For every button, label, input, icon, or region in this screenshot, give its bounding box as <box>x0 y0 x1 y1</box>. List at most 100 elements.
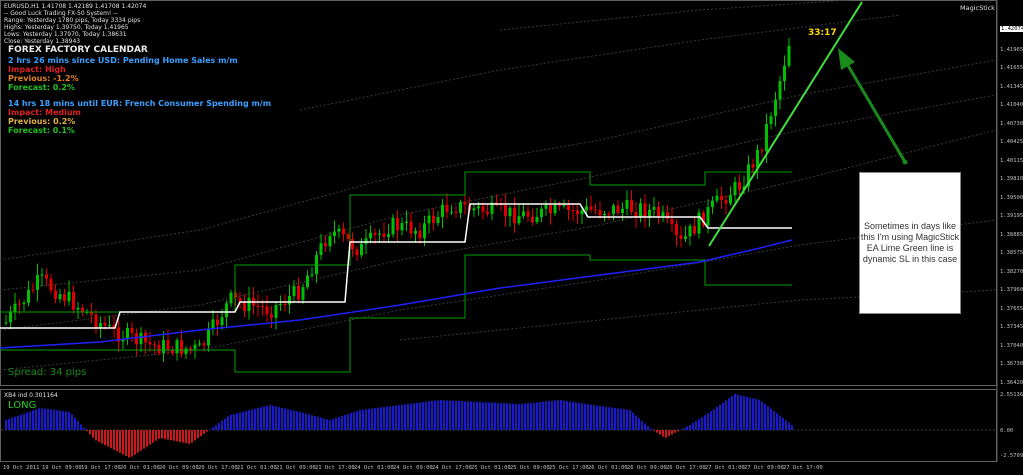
candle-body <box>459 202 462 213</box>
candle-body <box>652 206 656 210</box>
metatrader-chart-window: EURUSD,H1 1.41708 1.42189 1.41708 1.4207… <box>0 0 1023 475</box>
time-axis-label: 20 Oct 09:00 <box>159 465 199 471</box>
candle-body <box>405 221 408 223</box>
annotation-arrow-shaft <box>844 61 907 163</box>
candle-body <box>580 210 584 215</box>
subwindow-title: XB4 ind 0.301164 <box>4 392 58 399</box>
time-axis-label: 27 Oct 01:00 <box>705 465 745 471</box>
candle-body <box>40 274 44 276</box>
price-axis-label: 1.39500 <box>1000 194 1023 201</box>
price-axis-label: 1.37345 <box>1000 324 1023 330</box>
annotation-box: Sometimes in days like this I'm using Ma… <box>859 172 961 314</box>
candle-body <box>292 285 296 296</box>
candle-body <box>369 232 372 239</box>
candle-body <box>256 305 260 307</box>
candle-body <box>81 307 84 313</box>
candle-body <box>135 333 138 345</box>
candle-body <box>486 211 489 214</box>
candle-body <box>414 230 417 234</box>
annotation-arrow-tail <box>902 159 908 165</box>
candle-body <box>571 210 575 212</box>
candle-body <box>360 243 363 256</box>
candle-body <box>670 218 674 225</box>
dynamic-sl-trendline <box>708 1 863 247</box>
candle-body <box>274 304 278 318</box>
candle-body <box>148 342 152 345</box>
time-axis-label: 27 Oct 09:00 <box>744 465 784 471</box>
event1-previous: Previous: -1.2% <box>8 74 79 83</box>
price-axis-label: 1.40730 <box>1000 120 1023 127</box>
price-axis-label: 1.39195 <box>1000 213 1023 219</box>
candle-body <box>576 210 579 215</box>
candle-body <box>540 208 543 217</box>
subwindow-axis-label: 0.00 <box>1000 428 1014 434</box>
candle-body <box>328 235 332 247</box>
candle-body <box>54 290 57 300</box>
candle-body <box>463 202 467 205</box>
subwindow-axis-label: -2.57090 <box>1000 453 1023 459</box>
candle-body <box>720 195 723 201</box>
event1-forecast: Forecast: 0.2% <box>8 83 75 92</box>
candle-body <box>337 228 341 232</box>
candle-body <box>585 206 588 211</box>
candle-body <box>333 231 336 236</box>
candle-body <box>711 200 714 208</box>
candle-body <box>634 212 638 217</box>
candle-body <box>607 213 611 215</box>
time-axis-label: 20 Oct 01:00 <box>120 465 160 471</box>
price-axis-label: 1.38575 <box>1000 250 1023 256</box>
symbol-info: EURUSD,H1 1.41708 1.42189 1.41708 1.4207… <box>4 3 147 10</box>
time-axis-label: 21 Oct 09:00 <box>276 465 316 471</box>
candle-body <box>382 233 386 237</box>
candle-body <box>58 294 62 300</box>
candle-body <box>364 238 368 244</box>
candle-body <box>688 225 692 237</box>
candle-body <box>729 195 732 204</box>
price-axis-label: 1.41965 <box>1000 46 1023 53</box>
candle-body <box>126 327 129 340</box>
candle-body <box>144 332 147 343</box>
candle-body <box>517 216 521 224</box>
candle-body <box>4 322 8 324</box>
candle-body <box>279 303 282 305</box>
annotation-arrow-head <box>838 48 855 70</box>
candle-body <box>207 328 210 346</box>
candle-body <box>355 249 359 256</box>
candle-body <box>751 164 755 168</box>
price-axis-label: 1.41345 <box>1000 83 1023 90</box>
price-axis-label: 1.40425 <box>1000 139 1023 145</box>
candle-body <box>625 199 629 209</box>
candle-body <box>733 182 737 196</box>
candle-body <box>477 206 480 209</box>
candle-body <box>220 317 224 326</box>
candle-body <box>18 303 21 305</box>
candle-body <box>630 199 633 213</box>
candle-body <box>175 340 179 354</box>
price-axis-label: 1.37960 <box>1000 287 1023 293</box>
candle-body <box>198 343 201 345</box>
envelope-band <box>0 219 997 371</box>
candle-body <box>225 303 228 318</box>
envelope-band <box>0 59 997 261</box>
candle-body <box>238 297 242 302</box>
candle-body <box>778 81 782 100</box>
candle-body <box>760 149 764 152</box>
candle-body <box>310 274 314 276</box>
candle-body <box>400 222 404 231</box>
candle-body <box>324 243 327 247</box>
candle-body <box>567 204 570 211</box>
candle-body <box>153 344 156 346</box>
candle-body <box>774 99 777 117</box>
candle-body <box>270 314 273 318</box>
candle-body <box>531 216 534 223</box>
candle-body <box>99 322 102 328</box>
candle-body <box>450 211 453 213</box>
candle-body <box>72 291 75 310</box>
price-axis-label: 1.41040 <box>1000 102 1023 108</box>
spread-label: Spread: 34 pips <box>8 367 87 378</box>
candle-body <box>229 292 233 304</box>
candle-body <box>162 340 165 354</box>
candle-body <box>693 225 696 234</box>
candle-body <box>387 234 390 237</box>
candle-body <box>679 235 683 240</box>
